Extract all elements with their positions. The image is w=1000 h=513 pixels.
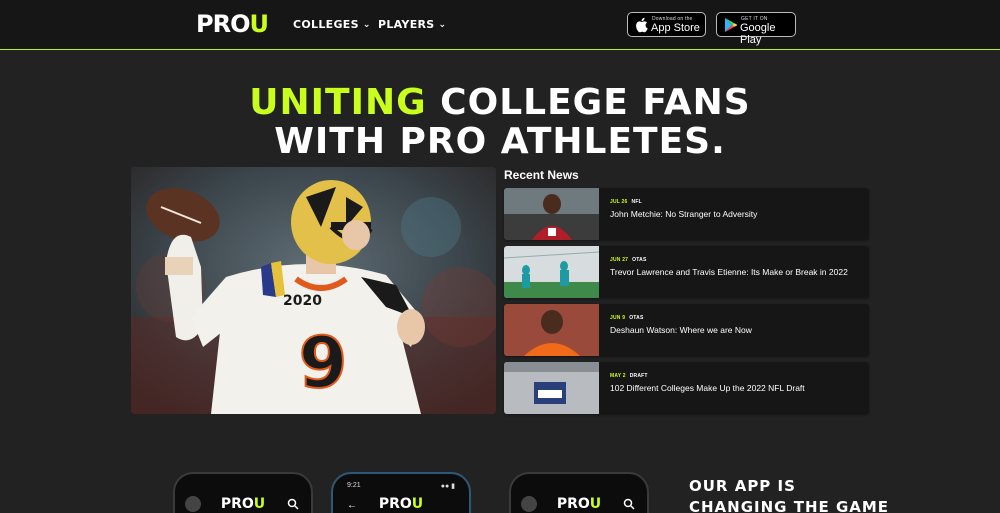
phone-logo-pro: PRO xyxy=(220,496,254,512)
app-store-label: App Store xyxy=(651,22,700,34)
news-meta: MAY 2 DRAFT xyxy=(610,373,648,379)
news-card[interactable]: JUN 9 OTAS Deshaun Watson: Where we are N… xyxy=(504,304,869,356)
search-icon xyxy=(287,498,299,510)
hero-player-image[interactable]: 9 2020 xyxy=(131,167,496,414)
prou-logo[interactable]: PROU xyxy=(196,10,269,38)
site-header: PROU COLLEGES ⌄ PLAYERS ⌄ Download on the … xyxy=(0,0,1000,50)
phone-time: 9:21 xyxy=(347,482,361,489)
news-title: 102 Different Colleges Make Up the 2022 … xyxy=(610,383,805,393)
news-date: JUL 26 xyxy=(610,199,628,205)
news-thumbnail xyxy=(504,362,599,414)
phone-logo-u: U xyxy=(589,496,602,512)
app-store-button[interactable]: Download on the App Store xyxy=(627,12,706,37)
nav-players-label: PLAYERS xyxy=(378,18,435,31)
news-date: JUN 9 xyxy=(610,315,626,321)
nav-colleges-label: COLLEGES xyxy=(293,18,359,31)
news-category: NFL xyxy=(631,199,642,205)
phone-logo-u: U xyxy=(253,496,266,512)
svg-text:2020: 2020 xyxy=(283,293,322,309)
app-phone-right: PROU xyxy=(509,472,649,513)
news-meta: JUN 9 OTAS xyxy=(610,315,644,321)
app-promo-heading: OUR APP IS CHANGING THE GAME xyxy=(689,476,889,513)
news-thumbnail xyxy=(504,188,599,240)
app-phone-center: 9:21 ●● ▮ ← PROU xyxy=(331,472,471,513)
news-thumbnail xyxy=(504,304,599,356)
news-title: Deshaun Watson: Where we are Now xyxy=(610,325,752,335)
nav-players[interactable]: PLAYERS ⌄ xyxy=(378,18,446,31)
logo-pro: PRO xyxy=(196,10,250,38)
hero-line1-rest: COLLEGE FANS xyxy=(426,82,751,123)
news-date: MAY 2 xyxy=(610,373,626,379)
quarterback-illustration: 9 2020 xyxy=(131,167,496,414)
news-category: OTAS xyxy=(629,315,644,321)
news-category: DRAFT xyxy=(629,373,648,379)
google-play-label: Google Play xyxy=(740,22,776,46)
news-category: OTAS xyxy=(632,257,647,263)
recent-news-heading: Recent News xyxy=(504,168,579,182)
phone-logo-pro: PRO xyxy=(556,496,590,512)
svg-text:9: 9 xyxy=(299,322,348,404)
app-promo-line2: CHANGING THE GAME xyxy=(689,498,890,513)
google-play-button[interactable]: GET IT ON Google Play xyxy=(716,12,796,46)
chevron-down-icon: ⌄ xyxy=(438,20,447,30)
phone-logo: PROU xyxy=(333,496,469,512)
news-card[interactable]: MAY 2 DRAFT 102 Different Colleges Make U… xyxy=(504,362,869,414)
news-meta: JUN 27 OTAS xyxy=(610,257,646,263)
nav-colleges[interactable]: COLLEGES ⌄ xyxy=(293,18,371,31)
hero-headline-line1: UNITING COLLEGE FANS xyxy=(0,82,1000,123)
hero-headline-line2: WITH PRO ATHLETES. xyxy=(274,121,726,162)
phone-logo-pro: PRO xyxy=(378,496,412,512)
news-card[interactable]: JUN 27 OTAS Trevor Lawrence and Travis Et… xyxy=(504,246,869,298)
search-icon xyxy=(623,498,635,510)
chevron-down-icon: ⌄ xyxy=(362,20,371,30)
news-meta: JUL 26 NFL xyxy=(610,199,642,205)
hero-accent-word: UNITING xyxy=(249,82,427,123)
app-phone-left: PROU xyxy=(173,472,313,513)
news-date: JUN 27 xyxy=(610,257,629,263)
google-play-icon xyxy=(725,18,738,32)
news-card[interactable]: JUL 26 NFL John Metchie: No Stranger to A… xyxy=(504,188,869,240)
apple-icon xyxy=(636,17,648,33)
news-thumbnail xyxy=(504,246,599,298)
phone-logo-u: U xyxy=(411,496,424,512)
phone-status-icons: ●● ▮ xyxy=(440,483,455,490)
logo-u: U xyxy=(249,10,268,38)
app-promo-line1: OUR APP IS xyxy=(689,477,796,495)
news-title: Trevor Lawrence and Travis Etienne: Its … xyxy=(610,267,848,277)
news-title: John Metchie: No Stranger to Adversity xyxy=(610,209,758,219)
